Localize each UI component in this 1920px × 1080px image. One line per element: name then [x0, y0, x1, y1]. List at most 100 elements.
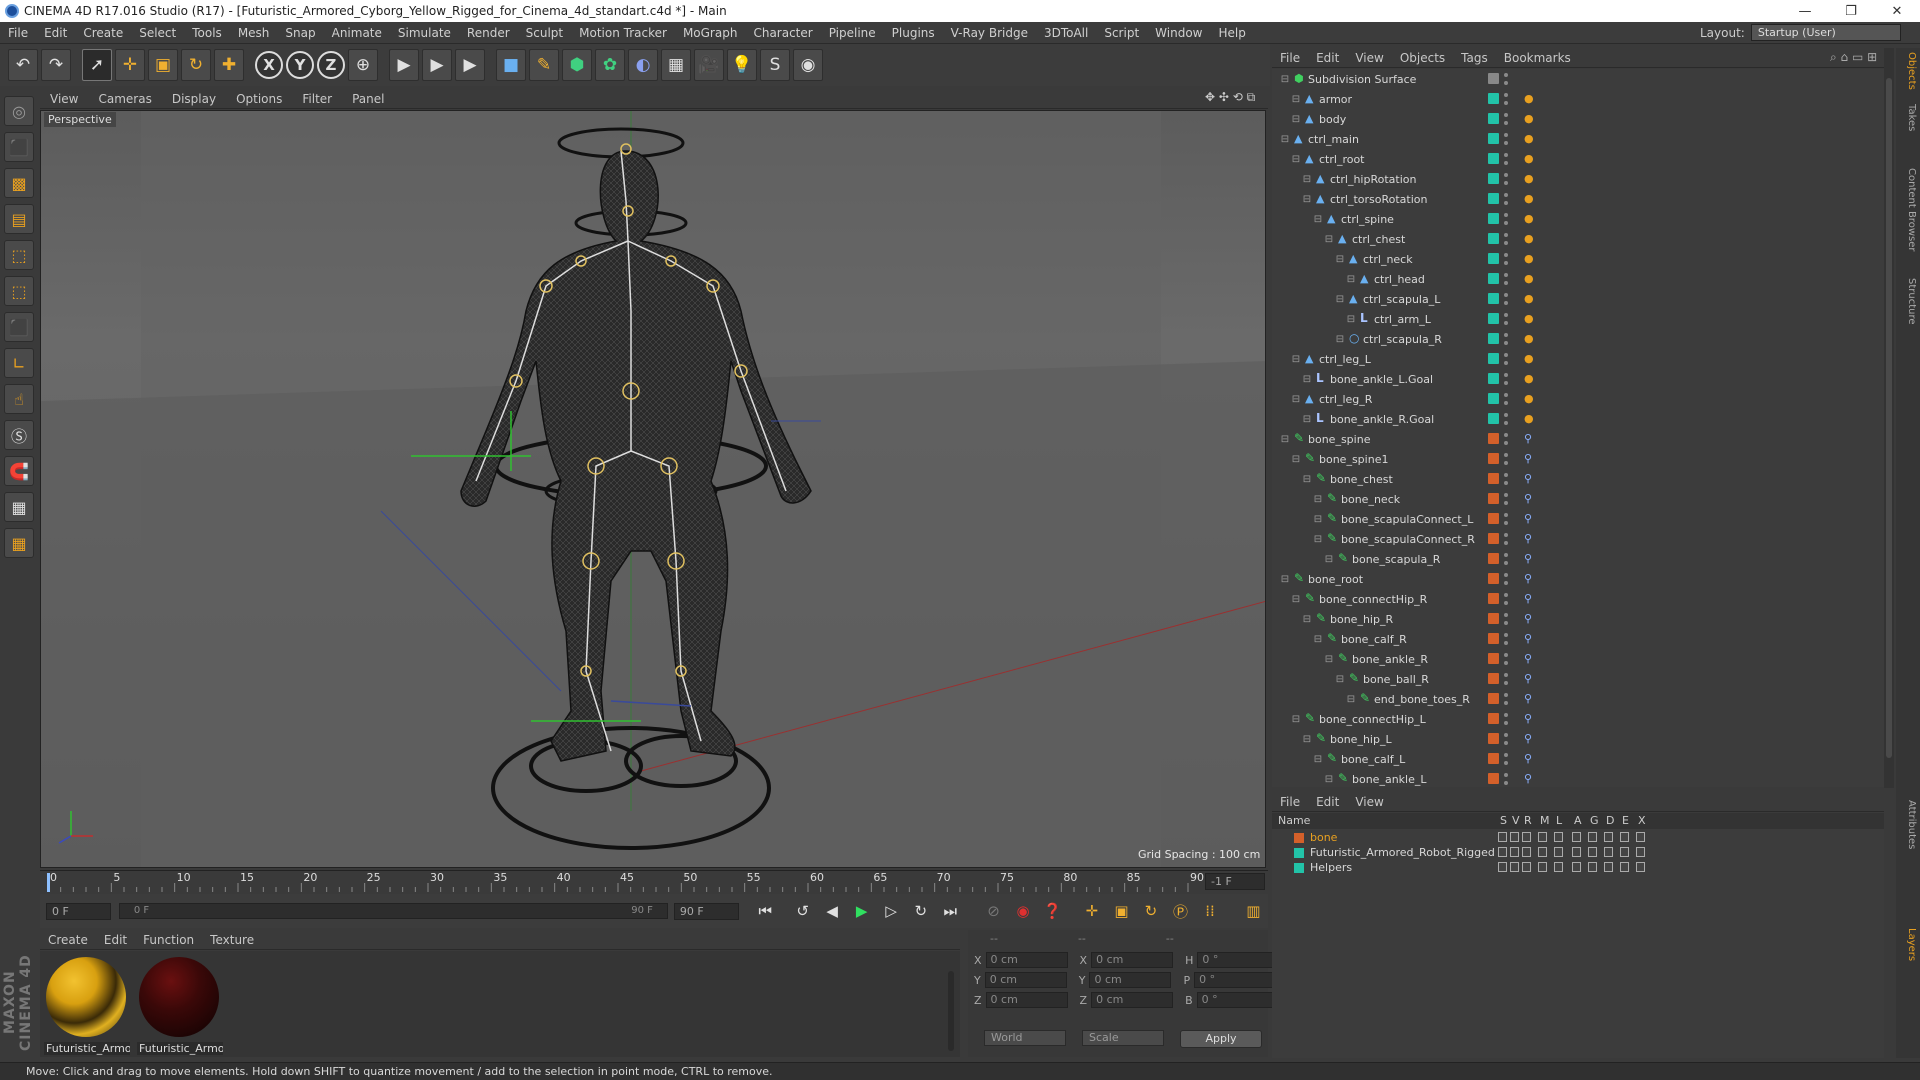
- expand-toggle-icon[interactable]: ⊟: [1280, 74, 1290, 85]
- visibility-dots[interactable]: [1504, 313, 1508, 325]
- layer-toggle-icon[interactable]: [1522, 832, 1531, 842]
- layer-color-swatch[interactable]: [1488, 573, 1499, 584]
- menu-item-v-ray-bridge[interactable]: V-Ray Bridge: [943, 26, 1036, 40]
- layer-toggle-icon[interactable]: [1538, 862, 1547, 872]
- visibility-dots[interactable]: [1504, 193, 1508, 205]
- menu-item-sculpt[interactable]: Sculpt: [518, 26, 571, 40]
- visibility-dots[interactable]: [1504, 493, 1508, 505]
- menu-item-plugins[interactable]: Plugins: [884, 26, 943, 40]
- object-tag-icon[interactable]: ⚲: [1524, 492, 1532, 505]
- visibility-dots[interactable]: [1504, 233, 1508, 245]
- expand-toggle-icon[interactable]: ⊟: [1291, 354, 1301, 365]
- layer-color-swatch[interactable]: [1488, 413, 1499, 424]
- layer-toggle-icon[interactable]: [1588, 832, 1597, 842]
- rotate-tool[interactable]: ↻: [181, 49, 211, 81]
- expand-toggle-icon[interactable]: ⊟: [1313, 754, 1323, 765]
- layer-toggle-icon[interactable]: [1498, 847, 1507, 857]
- z-axis-lock[interactable]: Z: [317, 51, 345, 79]
- expand-toggle-icon[interactable]: ⊟: [1302, 734, 1312, 745]
- object-row-subdivision-surface[interactable]: ⊟ ⬢ Subdivision Surface: [1272, 69, 1884, 89]
- workplane-lock-icon[interactable]: ▦: [4, 492, 34, 522]
- object-row-bone-scapulaconnect-l[interactable]: ⊟ ✎ bone_scapulaConnect_L ⚲: [1272, 509, 1884, 529]
- layer-color-swatch[interactable]: [1488, 293, 1499, 304]
- visibility-dots[interactable]: [1504, 673, 1508, 685]
- object-tag-icon[interactable]: ●: [1524, 112, 1534, 125]
- expand-toggle-icon[interactable]: ⊟: [1302, 474, 1312, 485]
- layer-column-g[interactable]: G: [1590, 814, 1599, 827]
- object-menu-file[interactable]: File: [1272, 51, 1308, 65]
- playhead[interactable]: [47, 873, 50, 892]
- layer-color-swatch[interactable]: [1488, 73, 1499, 84]
- viewport-menu-display[interactable]: Display: [162, 92, 226, 106]
- layer-toggle-icon[interactable]: [1636, 847, 1645, 857]
- expand-toggle-icon[interactable]: ⊟: [1313, 634, 1323, 645]
- key-position-icon[interactable]: ✛: [1080, 899, 1104, 923]
- layer-color-swatch[interactable]: [1488, 753, 1499, 764]
- expand-toggle-icon[interactable]: ⊟: [1335, 334, 1345, 345]
- object-tag-icon[interactable]: ⚲: [1524, 472, 1532, 485]
- side-tab-attributes[interactable]: Attributes: [1899, 800, 1917, 849]
- menu-item-snap[interactable]: Snap: [277, 26, 323, 40]
- menu-item-help[interactable]: Help: [1210, 26, 1253, 40]
- menu-item-mesh[interactable]: Mesh: [230, 26, 278, 40]
- side-tab-objects[interactable]: Objects: [1899, 52, 1917, 90]
- key-scale-icon[interactable]: ▣: [1110, 899, 1134, 923]
- layer-menu-file[interactable]: File: [1272, 795, 1308, 809]
- object-tag-icon[interactable]: ⚲: [1524, 632, 1532, 645]
- texture-mode-icon[interactable]: ▩: [4, 168, 34, 198]
- viewport-menu-cameras[interactable]: Cameras: [88, 92, 161, 106]
- object-row-ctrl-leg-l[interactable]: ⊟ ▲ ctrl_leg_L ●: [1272, 349, 1884, 369]
- next-frame-icon[interactable]: ▷: [879, 899, 903, 923]
- object-tag-icon[interactable]: ●: [1524, 132, 1534, 145]
- layer-toggle-icon[interactable]: [1636, 862, 1645, 872]
- object-tag-icon[interactable]: ⚲: [1524, 592, 1532, 605]
- next-keyframe-icon[interactable]: ↻: [909, 899, 933, 923]
- layer-row[interactable]: Helpers: [1272, 861, 1884, 876]
- menu-item-script[interactable]: Script: [1096, 26, 1147, 40]
- end-frame-field[interactable]: 90 F: [673, 902, 739, 920]
- menu-item-window[interactable]: Window: [1147, 26, 1210, 40]
- object-row-body[interactable]: ⊟ ▲ body ●: [1272, 109, 1884, 129]
- visibility-dots[interactable]: [1504, 173, 1508, 185]
- object-tag-icon[interactable]: ●: [1524, 412, 1534, 425]
- object-tag-icon[interactable]: ●: [1524, 292, 1534, 305]
- key-pla-icon[interactable]: ⁞⁞: [1198, 899, 1222, 923]
- object-tag-icon[interactable]: ⚲: [1524, 432, 1532, 445]
- layer-color-swatch[interactable]: [1488, 333, 1499, 344]
- enable-axis-icon[interactable]: 🧲: [4, 456, 34, 486]
- object-row-bone-scapula-r[interactable]: ⊟ ✎ bone_scapula_R ⚲: [1272, 549, 1884, 569]
- layer-color-swatch[interactable]: [1488, 553, 1499, 564]
- layer-color-swatch[interactable]: [1488, 453, 1499, 464]
- layer-color-swatch[interactable]: [1488, 213, 1499, 224]
- expand-toggle-icon[interactable]: ⊟: [1302, 174, 1312, 185]
- layer-color-swatch[interactable]: [1488, 673, 1499, 684]
- coord-position-input[interactable]: 0 cm: [984, 972, 1067, 988]
- object-tag-icon[interactable]: ⚲: [1524, 552, 1532, 565]
- layer-menu-view[interactable]: View: [1347, 795, 1391, 809]
- object-tag-icon[interactable]: ●: [1524, 252, 1534, 265]
- make-editable-icon[interactable]: ◎: [4, 96, 34, 126]
- minimize-button[interactable]: —: [1782, 0, 1828, 22]
- menu-item-edit[interactable]: Edit: [36, 26, 75, 40]
- visibility-dots[interactable]: [1504, 453, 1508, 465]
- visibility-dots[interactable]: [1504, 153, 1508, 165]
- layer-toggle-icon[interactable]: [1620, 862, 1629, 872]
- render-settings-button[interactable]: ▶: [455, 49, 485, 81]
- visibility-dots[interactable]: [1504, 513, 1508, 525]
- layer-color-swatch[interactable]: [1488, 313, 1499, 324]
- visibility-dots[interactable]: [1504, 293, 1508, 305]
- layer-color-swatch[interactable]: [1488, 153, 1499, 164]
- layer-color-swatch[interactable]: [1488, 533, 1499, 544]
- layer-color-swatch[interactable]: [1488, 773, 1499, 784]
- layer-toggle-icon[interactable]: [1510, 862, 1519, 872]
- object-tag-icon[interactable]: ⚲: [1524, 752, 1532, 765]
- object-row-bone-ankle-r-goal[interactable]: ⊟ Lbone_ankle_R.Goal ●: [1272, 409, 1884, 429]
- layer-toggle-icon[interactable]: [1498, 832, 1507, 842]
- x-axis-lock[interactable]: X: [255, 51, 283, 79]
- undo-button[interactable]: ↶: [8, 49, 38, 81]
- visibility-dots[interactable]: [1504, 713, 1508, 725]
- layer-toggle-icon[interactable]: [1604, 847, 1613, 857]
- visibility-dots[interactable]: [1504, 533, 1508, 545]
- visibility-dots[interactable]: [1504, 393, 1508, 405]
- visibility-dots[interactable]: [1504, 693, 1508, 705]
